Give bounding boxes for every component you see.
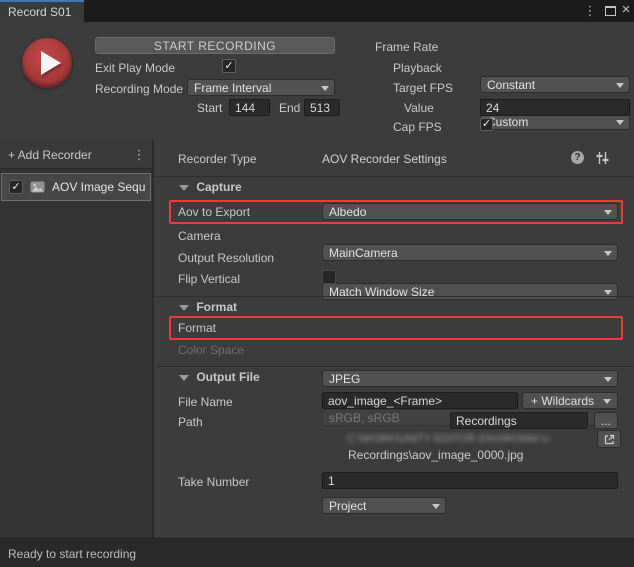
output-path-preview: Recordings\aov_image_0000.jpg [348, 448, 523, 462]
check-icon: ✓ [224, 61, 233, 72]
format-value: JPEG [329, 372, 360, 386]
recorder-item-label: AOV Image Seque [52, 180, 146, 194]
wildcards-button[interactable]: + Wildcards [522, 392, 618, 409]
recorder-enabled-checkbox[interactable]: ✓ [9, 180, 23, 194]
path-root-dropdown[interactable]: Project [322, 497, 446, 514]
cap-fps-checkbox[interactable]: ✓ [480, 118, 493, 131]
take-number-label: Take Number [178, 475, 249, 489]
dropdown-arrow-icon [432, 504, 440, 509]
open-external-icon [603, 433, 616, 446]
output-file-section-title: Output File [196, 370, 259, 384]
start-frame-input[interactable]: 144 [229, 99, 270, 116]
play-icon [41, 51, 61, 75]
close-icon[interactable]: × [619, 1, 633, 18]
format-dropdown[interactable]: JPEG [322, 370, 618, 387]
fps-value-label: Value [404, 101, 434, 115]
dropdown-arrow-icon [604, 377, 612, 382]
aov-to-export-value: Albedo [329, 205, 366, 219]
help-icon[interactable]: ? [571, 151, 584, 164]
frame-rate-title: Frame Rate [375, 40, 438, 54]
tab-record-s01[interactable]: Record S01 [0, 0, 84, 22]
end-frame-label: End [279, 101, 300, 115]
add-recorder-header: + Add Recorder ⋮ [0, 140, 152, 169]
section-separator [154, 176, 634, 177]
title-bar: Record S01 ⋮ × [0, 0, 634, 22]
format-section-header[interactable]: Format [179, 300, 237, 314]
dropdown-arrow-icon [604, 251, 612, 256]
open-output-folder-button[interactable] [597, 430, 621, 448]
dropdown-arrow-icon [616, 120, 624, 125]
dropdown-arrow-icon [604, 290, 612, 295]
section-separator [154, 366, 634, 367]
capture-section-header[interactable]: Capture [179, 180, 242, 194]
output-resolution-label: Output Resolution [178, 251, 274, 265]
recorder-type-value: AOV Recorder Settings [322, 152, 447, 166]
tab-title: Record S01 [8, 5, 71, 19]
add-recorder-button[interactable]: + Add Recorder [8, 148, 92, 162]
status-message: Ready to start recording [8, 547, 136, 561]
target-fps-value: Custom [487, 115, 528, 129]
playback-value: Constant [487, 78, 535, 92]
playback-label: Playback [393, 61, 442, 75]
aov-to-export-dropdown[interactable]: Albedo [322, 203, 618, 220]
color-space-value: sRGB, sRGB [329, 411, 400, 425]
recording-mode-value: Frame Interval [194, 81, 271, 95]
absolute-path-preview-blurred: C:\WORK\UNITY EDITOR ENVIRONM-U [347, 433, 587, 445]
camera-label: Camera [178, 229, 221, 243]
output-file-section-header[interactable]: Output File [179, 370, 260, 384]
end-frame-input[interactable]: 513 [304, 99, 340, 116]
path-label: Path [178, 415, 203, 429]
path-input[interactable]: Recordings [450, 412, 588, 429]
recording-mode-label: Recording Mode [95, 82, 183, 96]
exit-play-mode-label: Exit Play Mode [95, 61, 175, 75]
check-icon: ✓ [482, 119, 491, 130]
check-icon: ✓ [11, 182, 20, 193]
section-separator [154, 296, 634, 297]
dropdown-arrow-icon [604, 210, 612, 215]
path-root-value: Project [329, 499, 366, 513]
maximize-icon[interactable] [605, 6, 616, 16]
recorder-list-kebab-icon[interactable]: ⋮ [132, 147, 146, 163]
recorder-list-item-aov[interactable]: ✓ AOV Image Seque [1, 173, 151, 201]
dropdown-arrow-icon [616, 83, 624, 88]
capture-section-title: Capture [196, 180, 241, 194]
foldout-arrow-icon [179, 375, 189, 381]
format-label: Format [178, 321, 216, 335]
flip-vertical-checkbox[interactable]: ✓ [322, 270, 336, 284]
recorder-type-label: Recorder Type [178, 152, 257, 166]
fps-value-input[interactable]: 24 [480, 99, 630, 116]
camera-dropdown[interactable]: MainCamera [322, 244, 618, 261]
preset-icon[interactable] [595, 151, 610, 165]
status-bar: Ready to start recording [0, 538, 634, 567]
color-space-label: Color Space [178, 343, 244, 357]
image-sequence-icon [30, 181, 45, 193]
playback-dropdown[interactable]: Constant [480, 76, 630, 93]
cap-fps-label: Cap FPS [393, 120, 442, 134]
start-frame-label: Start [197, 101, 222, 115]
dropdown-arrow-icon [603, 399, 611, 404]
output-resolution-dropdown[interactable]: Match Window Size [322, 283, 618, 300]
start-recording-button[interactable]: START RECORDING [95, 37, 335, 54]
flip-vertical-label: Flip Vertical [178, 272, 240, 286]
camera-value: MainCamera [329, 246, 398, 260]
file-name-input[interactable]: aov_image_<Frame> [322, 392, 518, 409]
window-menu-kebab-icon[interactable]: ⋮ [583, 3, 597, 19]
take-number-input[interactable]: 1 [322, 472, 618, 489]
recorder-settings-panel: Recorder Type AOV Recorder Settings ? Ca… [154, 140, 634, 538]
play-button[interactable] [22, 38, 72, 88]
recording-mode-dropdown[interactable]: Frame Interval [187, 79, 335, 96]
wildcards-label: + Wildcards [531, 394, 594, 408]
foldout-arrow-icon [179, 185, 189, 191]
target-fps-label: Target FPS [393, 81, 453, 95]
unity-recorder-window: { "icons": { "kebab": "⋮", "close": "×",… [0, 0, 634, 567]
exit-play-mode-checkbox[interactable]: ✓ [222, 59, 236, 73]
dropdown-arrow-icon [321, 86, 329, 91]
aov-to-export-label: Aov to Export [178, 205, 250, 219]
file-name-label: File Name [178, 395, 233, 409]
browse-path-button[interactable]: ... [594, 412, 618, 429]
foldout-arrow-icon [179, 305, 189, 311]
format-section-title: Format [196, 300, 237, 314]
format-highlight [169, 316, 623, 340]
